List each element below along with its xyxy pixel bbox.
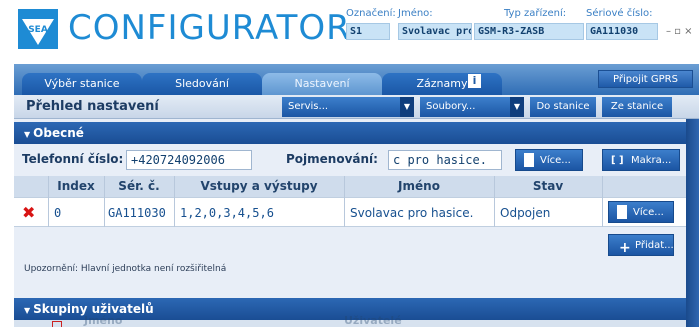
- chevron-down-icon: ▼: [510, 97, 524, 117]
- servis-label: Servis...: [288, 101, 329, 112]
- row-vice-label: Více...: [633, 207, 664, 218]
- vice-label: Více...: [540, 155, 571, 166]
- document-icon: [524, 153, 534, 167]
- tab-sledovani[interactable]: Sledování: [142, 73, 262, 95]
- col-name: Jméno: [398, 179, 440, 193]
- checkbox-icon[interactable]: [52, 321, 62, 327]
- servis-dropdown[interactable]: Servis... ▼: [282, 97, 414, 117]
- col-group-name: Jméno: [84, 314, 123, 327]
- divider: [104, 176, 105, 227]
- field-seriove: Sériové číslo: GA111030: [586, 8, 658, 40]
- add-button[interactable]: + Přidat...: [608, 234, 674, 256]
- tab-vyber-stanice[interactable]: Výběr stanice: [22, 73, 142, 95]
- col-serial: Sér. č.: [118, 179, 160, 193]
- field-typ: Typ zařízení: GSM-R3-ZASB: [474, 8, 584, 40]
- oznaceni-label: Označení:: [346, 8, 396, 19]
- field-jmeno: Jméno: Svolavac pro hasice: [398, 8, 472, 40]
- divider: [494, 176, 495, 227]
- name-input[interactable]: c pro hasice.: [388, 150, 502, 170]
- plus-icon: +: [619, 240, 631, 256]
- col-status: Stav: [532, 179, 564, 193]
- makra-button[interactable]: [ ] Makra...: [602, 149, 680, 171]
- toolbar-title: Přehled nastavení: [26, 99, 159, 114]
- makra-label: Makra...: [631, 155, 672, 166]
- collapse-icon: ▼: [24, 130, 31, 139]
- section-obecne-title: Obecné: [33, 126, 84, 140]
- brand-title: CONFIGURATOR: [68, 8, 351, 48]
- settings-toolbar: Přehled nastavení Servis... ▼ Soubory...…: [14, 95, 699, 119]
- tab-nastaveni[interactable]: Nastavení: [262, 73, 382, 95]
- sea-logo-icon: SEA: [18, 9, 58, 49]
- cell-status: Odpojen: [500, 206, 551, 220]
- section-obecne[interactable]: ▼ Obecné: [14, 122, 686, 144]
- document-icon: [617, 205, 627, 219]
- field-oznaceni: Označení: S1: [346, 8, 396, 40]
- soubory-label: Soubory...: [426, 101, 476, 112]
- typ-label: Typ zařízení:: [504, 8, 567, 19]
- scrollbar[interactable]: [686, 119, 699, 327]
- oznaceni-value[interactable]: S1: [346, 23, 390, 40]
- main-panel: ▼ Obecné Telefonní číslo: +420724092006 P…: [14, 119, 686, 327]
- group-table-header: Jméno Uživatelé: [14, 314, 686, 327]
- divider: [602, 176, 603, 227]
- divider: [174, 176, 175, 227]
- cell-io: 1,2,0,3,4,5,6: [180, 206, 274, 220]
- jmeno-value[interactable]: Svolavac pro hasice: [398, 23, 472, 40]
- warning-note: Upozornění: Hlavní jednotka není rozšiři…: [24, 264, 227, 274]
- name-label: Pojmenování:: [286, 152, 378, 166]
- table-header: Index Sér. č. Vstupy a výstupy Jméno Sta…: [14, 176, 686, 197]
- col-group-users: Uživatelé: [344, 314, 402, 327]
- ze-stanice-button[interactable]: Ze stanice: [602, 97, 672, 117]
- cell-serial: GA111030: [108, 206, 166, 220]
- col-io: Vstupy a výstupy: [200, 179, 318, 193]
- delete-icon[interactable]: ✖: [22, 204, 35, 222]
- cell-index: 0: [54, 206, 62, 220]
- seriove-value[interactable]: GA111030: [586, 23, 658, 40]
- table-row[interactable]: ✖ 0 GA111030 1,2,0,3,4,5,6 Svolavac pro …: [14, 197, 686, 227]
- tab-zaznamy[interactable]: Záznamy: [382, 73, 502, 95]
- seriove-label: Sériové číslo:: [586, 8, 653, 19]
- divider: [48, 176, 49, 227]
- add-label: Přidat...: [635, 240, 674, 251]
- do-stanice-button[interactable]: Do stanice: [530, 97, 596, 117]
- row-vice-button[interactable]: Více...: [608, 201, 674, 223]
- phone-input[interactable]: +420724092006: [126, 150, 252, 170]
- brackets-icon: [ ]: [611, 155, 624, 166]
- collapse-icon: ▼: [24, 306, 31, 315]
- typ-value[interactable]: GSM-R3-ZASB: [474, 23, 584, 40]
- col-index: Index: [57, 179, 95, 193]
- logo-text: SEA: [28, 25, 48, 35]
- tab-bar: Výběr stanice Sledování Nastavení Záznam…: [14, 64, 699, 95]
- chevron-down-icon: ▼: [400, 97, 414, 117]
- phone-label: Telefonní číslo:: [22, 152, 124, 166]
- vice-button[interactable]: Více...: [515, 149, 583, 171]
- app-header: SEA CONFIGURATOR Označení: S1 Jméno: Svo…: [0, 0, 699, 64]
- jmeno-label: Jméno:: [398, 8, 433, 19]
- cell-name: Svolavac pro hasice.: [350, 206, 474, 220]
- divider: [344, 176, 345, 227]
- soubory-dropdown[interactable]: Soubory... ▼: [420, 97, 524, 117]
- info-icon[interactable]: i: [468, 74, 481, 88]
- connect-gprs-button[interactable]: Připojit GPRS: [598, 70, 693, 88]
- window-controls[interactable]: – ▫ ×: [666, 26, 693, 37]
